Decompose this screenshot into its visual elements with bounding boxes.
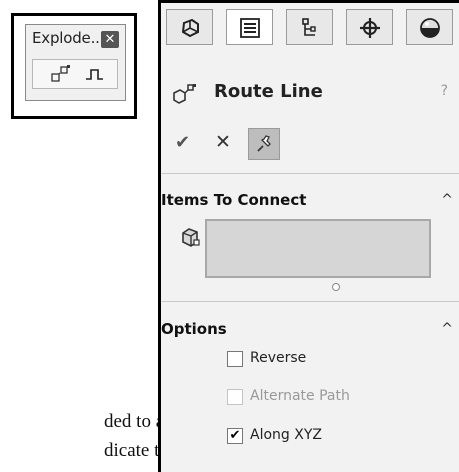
collapse-caret-icon[interactable]: ^ [441, 321, 453, 337]
items-to-connect-listbox[interactable] [205, 219, 431, 278]
alternate-path-checkbox [227, 389, 243, 405]
tab-display-manager[interactable] [406, 9, 453, 45]
cancel-button[interactable]: ✕ [215, 131, 235, 153]
close-button[interactable]: ✕ [101, 31, 119, 48]
face-selection-icon [182, 228, 200, 247]
close-icon: ✕ [104, 32, 116, 47]
collapse-caret-icon[interactable]: ^ [441, 192, 453, 208]
explode-step-button[interactable] [50, 64, 72, 84]
explode-toolbar-frame: Explode... ✕ [11, 13, 137, 119]
explode-toolbar: Explode... ✕ [25, 24, 126, 101]
action-buttons: ✔ ✕ [175, 128, 325, 162]
section-title-options[interactable]: Options [161, 320, 227, 338]
tab-feature-manager[interactable] [166, 9, 213, 45]
ok-button[interactable]: ✔ [175, 132, 195, 154]
route-line-button[interactable] [84, 64, 106, 84]
reverse-checkbox[interactable] [227, 351, 243, 367]
feature-manager-icon [181, 18, 199, 38]
reverse-label: Reverse [250, 350, 307, 366]
checkmark-icon: ✔ [175, 132, 191, 153]
explode-toolbar-title: Explode... [32, 29, 105, 47]
route-line-feature-icon [173, 84, 196, 104]
along-xyz-checkbox[interactable]: ✔ [227, 428, 243, 444]
route-line-icon [86, 69, 103, 80]
manager-tabs [166, 9, 453, 45]
help-icon[interactable]: ? [441, 83, 448, 99]
tab-property-manager[interactable] [226, 9, 273, 45]
page-title: Route Line [214, 81, 323, 102]
along-xyz-label: Along XYZ [250, 427, 322, 443]
pushpin-icon [257, 135, 271, 152]
divider [161, 173, 459, 174]
property-manager-header: Route Line ? [171, 81, 456, 111]
configuration-manager-icon [302, 18, 316, 36]
close-icon: ✕ [215, 131, 231, 153]
checkmark-icon: ✔ [229, 428, 241, 443]
listbox-resize-handle[interactable] [332, 283, 340, 291]
section-title-items-to-connect[interactable]: Items To Connect [161, 191, 306, 209]
explode-step-icon [51, 65, 70, 82]
alternate-path-label: Alternate Path [250, 388, 350, 404]
explode-tools-group [32, 59, 118, 89]
keep-visible-button[interactable] [248, 128, 280, 160]
property-manager-panel: Route Line ? ✔ ✕ Items To Connect ^ Opti… [158, 0, 459, 472]
tab-configuration-manager[interactable] [286, 9, 333, 45]
tab-dimxpert-manager[interactable] [346, 9, 393, 45]
display-manager-icon [420, 18, 440, 38]
dimxpert-manager-icon [360, 18, 380, 38]
property-manager-icon [240, 18, 260, 38]
divider [161, 301, 459, 302]
